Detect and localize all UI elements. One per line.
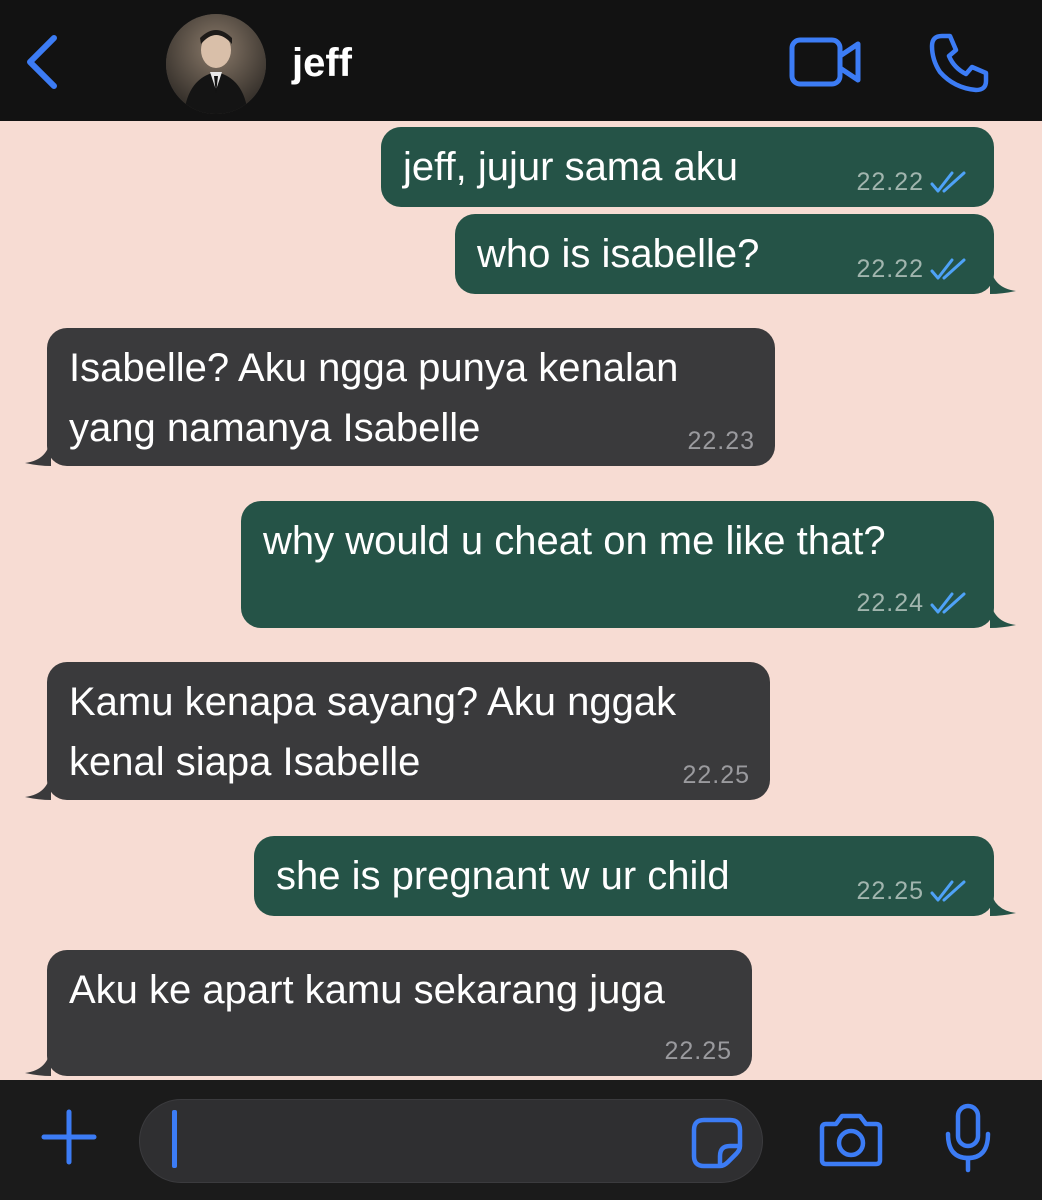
message-time: 22.24 [856,589,924,617]
read-receipt-icon [930,171,966,193]
message-text: Isabelle? Aku ngga punya kenalan yang na… [69,346,679,450]
message-meta: 22.22 [856,254,968,284]
microphone-icon[interactable] [944,1102,992,1174]
back-chevron-icon[interactable] [22,32,62,92]
avatar-image [166,14,266,114]
message-meta: 22.24 [856,588,968,618]
bubble-tail [25,770,51,800]
bubble-tail [25,1046,51,1076]
message-text: why would u cheat on me like that? [263,519,886,563]
message-time: 22.22 [856,168,924,196]
message-text: Aku ke apart kamu sekarang juga [69,968,665,1012]
message-time: 22.23 [687,427,755,455]
bubble-tail [990,886,1016,916]
incoming-message[interactable]: Aku ke apart kamu sekarang juga 22.25 [25,950,752,1076]
message-time: 22.22 [856,255,924,283]
outgoing-message[interactable]: who is isabelle? 22.22 [455,214,1016,294]
message-meta: 22.23 [687,426,755,456]
contact-name[interactable]: jeff [292,38,352,88]
incoming-message[interactable]: Isabelle? Aku ngga punya kenalan yang na… [25,328,775,466]
read-receipt-icon [930,592,966,614]
message-meta: 22.25 [856,876,968,906]
read-receipt-icon [930,258,966,280]
message-meta: 22.25 [664,1036,732,1066]
camera-icon[interactable] [818,1110,884,1168]
message-meta: 22.22 [856,167,968,197]
message-meta: 22.25 [682,760,750,790]
bubble-tail [25,436,51,466]
sticker-icon[interactable] [690,1116,744,1170]
outgoing-message[interactable]: she is pregnant w ur child 22.25 [254,836,1016,916]
read-receipt-icon [930,880,966,902]
video-call-icon[interactable] [788,34,864,90]
incoming-message[interactable]: Kamu kenapa sayang? Aku nggak kenal siap… [25,662,770,800]
text-caret [172,1110,177,1168]
message-time: 22.25 [856,877,924,905]
message-text: Kamu kenapa sayang? Aku nggak kenal siap… [69,680,677,784]
message-time: 22.25 [664,1037,732,1065]
message-time: 22.25 [682,761,750,789]
message-input-container[interactable] [139,1099,763,1183]
plus-icon[interactable] [40,1108,98,1166]
bubble-tail [990,264,1016,294]
message-list[interactable]: jeff, jujur sama aku 22.22 who is isabel… [0,121,1042,1080]
bubble-tail [990,598,1016,628]
message-input[interactable] [170,1114,674,1170]
avatar[interactable] [166,14,266,114]
phone-call-icon[interactable] [928,32,990,94]
chat-header: jeff [0,0,1042,121]
outgoing-message[interactable]: jeff, jujur sama aku 22.22 [381,127,994,207]
outgoing-message[interactable]: why would u cheat on me like that? 22.24 [241,501,1016,628]
